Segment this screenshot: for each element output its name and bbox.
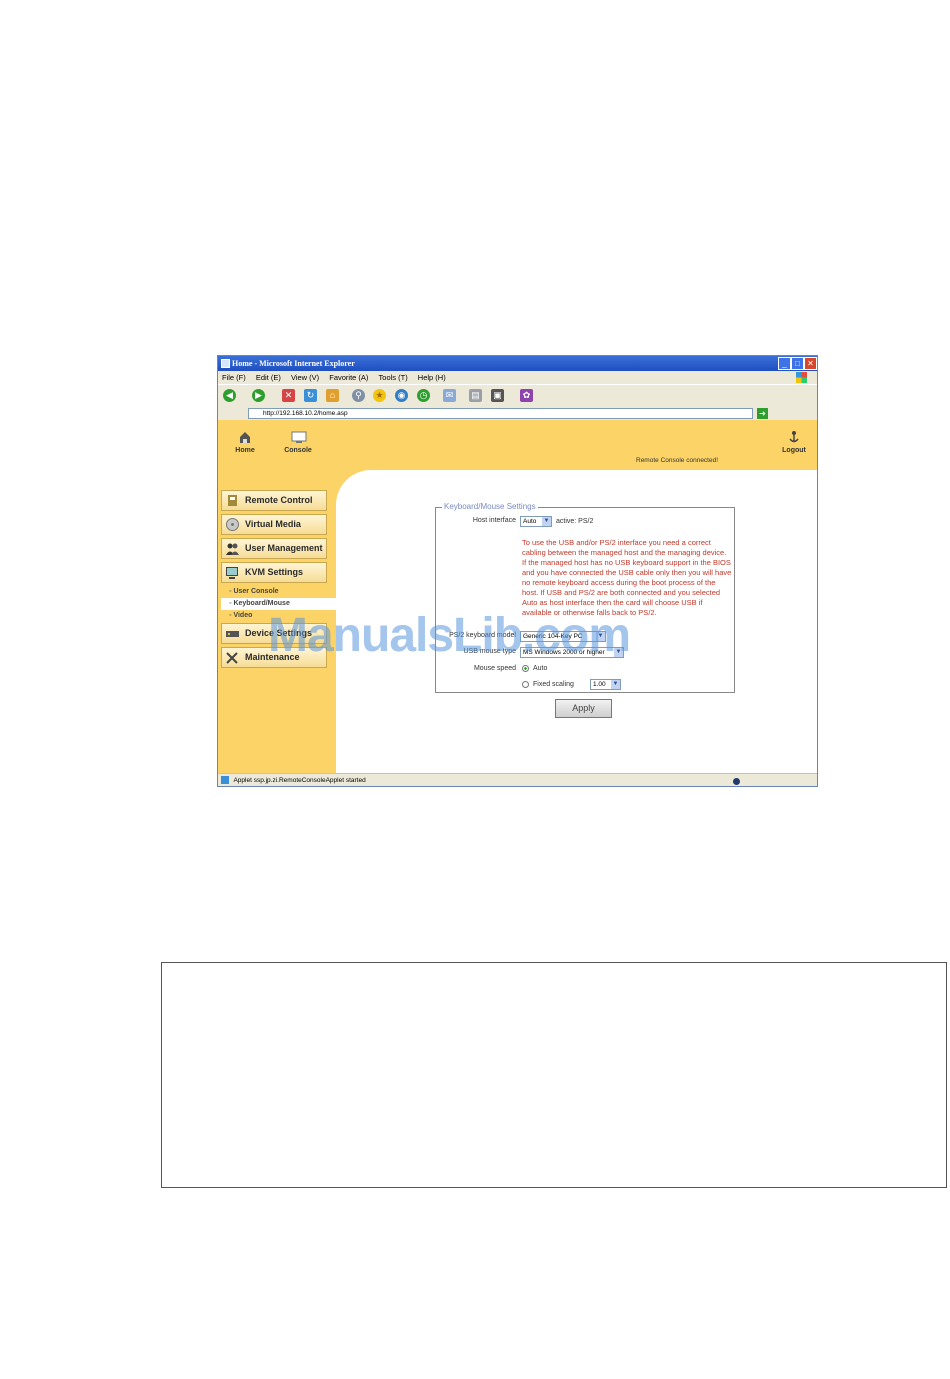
address-bar: http://192.168.10.2/home.asp ➜	[218, 407, 817, 420]
sidebar-item-label: Remote Control	[245, 495, 313, 505]
fixed-scaling-value: 1.00	[593, 681, 606, 688]
menu-file[interactable]: File (F)	[222, 373, 246, 382]
go-button[interactable]: ➜	[757, 408, 768, 419]
nav-console-label: Console	[284, 447, 312, 454]
print-icon[interactable]: ▤	[469, 389, 482, 402]
history-icon[interactable]: ◷	[417, 389, 430, 402]
internet-zone-icon	[733, 778, 740, 785]
media-icon[interactable]: ◉	[395, 389, 408, 402]
nav-console[interactable]: Console	[278, 430, 318, 454]
window-title: Home - Microsoft Internet Explorer	[232, 359, 355, 368]
edit-icon[interactable]: ▣	[491, 389, 504, 402]
sidebar-item-remote-control[interactable]: Remote Control	[221, 490, 327, 511]
address-input[interactable]: http://192.168.10.2/home.asp	[248, 408, 753, 419]
logout-icon	[787, 430, 801, 444]
mouse-speed-fixed-radio[interactable]	[522, 681, 529, 688]
chevron-down-icon: ▼	[542, 517, 551, 526]
keyboard-mouse-settings: Keyboard/Mouse Settings Host interface A…	[435, 502, 735, 693]
favorites-icon[interactable]: ★	[373, 389, 386, 402]
console-icon	[291, 430, 307, 444]
menu-bar: File (F) Edit (E) View (V) Favorite (A) …	[218, 371, 817, 384]
address-text: http://192.168.10.2/home.asp	[263, 410, 348, 417]
nav-home[interactable]: Home	[225, 430, 265, 454]
status-bar: Applet ssp.jp.zi.RemoteConsoleApplet sta…	[218, 773, 817, 786]
nav-logout-label: Logout	[782, 447, 806, 454]
top-nav: Home Console Remote Console connected! L…	[218, 420, 817, 470]
note-box	[161, 962, 947, 1188]
messenger-icon[interactable]: ✿	[520, 389, 533, 402]
forward-icon[interactable]: ▶	[252, 389, 265, 402]
refresh-icon[interactable]: ↻	[304, 389, 317, 402]
menu-help[interactable]: Help (H)	[418, 373, 446, 382]
active-interface-text: active: PS/2	[556, 518, 594, 525]
fieldset-legend: Keyboard/Mouse Settings	[442, 502, 538, 511]
host-interface-label: Host interface	[472, 517, 516, 524]
back-icon[interactable]: ◀	[223, 389, 236, 402]
apply-button[interactable]: Apply	[555, 699, 612, 718]
windows-logo-icon	[796, 372, 807, 383]
subnav-label: User Console	[233, 588, 279, 595]
status-text: Applet ssp.jp.zi.RemoteConsoleApplet sta…	[233, 777, 366, 784]
nav-home-label: Home	[235, 447, 255, 454]
mouse-speed-label: Mouse speed	[473, 665, 516, 672]
menu-view[interactable]: View (V)	[291, 373, 319, 382]
maximize-button[interactable]: □	[791, 357, 804, 370]
sidebar-item-user-management[interactable]: User Management	[221, 538, 327, 559]
web-page: Home Console Remote Console connected! L…	[218, 420, 817, 773]
virtual-media-icon	[225, 517, 240, 532]
host-interface-select[interactable]: Auto ▼	[520, 516, 552, 527]
remote-control-icon	[225, 493, 240, 508]
search-icon[interactable]: ⚲	[352, 389, 365, 402]
tools-icon	[225, 650, 240, 665]
watermark: ManualsLib.com	[268, 609, 631, 662]
fixed-scaling-select[interactable]: 1.00 ▼	[590, 679, 621, 690]
page-icon	[221, 776, 229, 785]
minimize-button[interactable]: _	[778, 357, 791, 370]
menu-favorite[interactable]: Favorite (A)	[329, 373, 368, 382]
device-icon	[225, 626, 240, 641]
sidebar-item-kvm-settings[interactable]: KVM Settings	[221, 562, 327, 583]
close-button[interactable]: ✕	[804, 357, 817, 370]
sidebar-item-label: Virtual Media	[245, 519, 301, 529]
chevron-down-icon: ▼	[611, 680, 620, 689]
nav-logout[interactable]: Logout	[774, 430, 814, 454]
ie-icon	[221, 359, 230, 368]
remote-console-status: Remote Console connected!	[636, 457, 719, 464]
subnav-label: Video	[233, 612, 253, 619]
mail-icon[interactable]: ✉	[443, 389, 456, 402]
menu-tools[interactable]: Tools (T)	[379, 373, 408, 382]
home-icon[interactable]: ⌂	[326, 389, 339, 402]
stop-icon[interactable]: ✕	[282, 389, 295, 402]
monitor-icon	[225, 565, 240, 580]
mouse-speed-auto-label: Auto	[533, 665, 548, 672]
title-bar: Home - Microsoft Internet Explorer _ □ ✕	[218, 356, 817, 371]
home-icon	[238, 430, 252, 444]
toolbar: ◀ ▶ ✕ ↻ ⌂ ⚲ ★ ◉ ◷ ✉ ▤ ▣ ✿	[218, 384, 817, 408]
sidebar-item-label: KVM Settings	[245, 567, 304, 577]
menu-edit[interactable]: Edit (E)	[256, 373, 281, 382]
subnav-label: Keyboard/Mouse	[233, 600, 290, 607]
mouse-speed-auto-radio[interactable]	[522, 665, 529, 672]
subnav-user-console[interactable]: ◦ User Console	[221, 586, 337, 598]
sidebar-item-virtual-media[interactable]: Virtual Media	[221, 514, 327, 535]
users-icon	[225, 541, 240, 556]
host-interface-value: Auto	[523, 518, 537, 525]
cabling-warning: To use the USB and/or PS/2 interface you…	[522, 538, 732, 617]
fixed-scaling-label: Fixed scaling	[533, 681, 574, 688]
browser-window: Home - Microsoft Internet Explorer _ □ ✕…	[217, 355, 818, 787]
sidebar-item-label: User Management	[245, 543, 323, 553]
